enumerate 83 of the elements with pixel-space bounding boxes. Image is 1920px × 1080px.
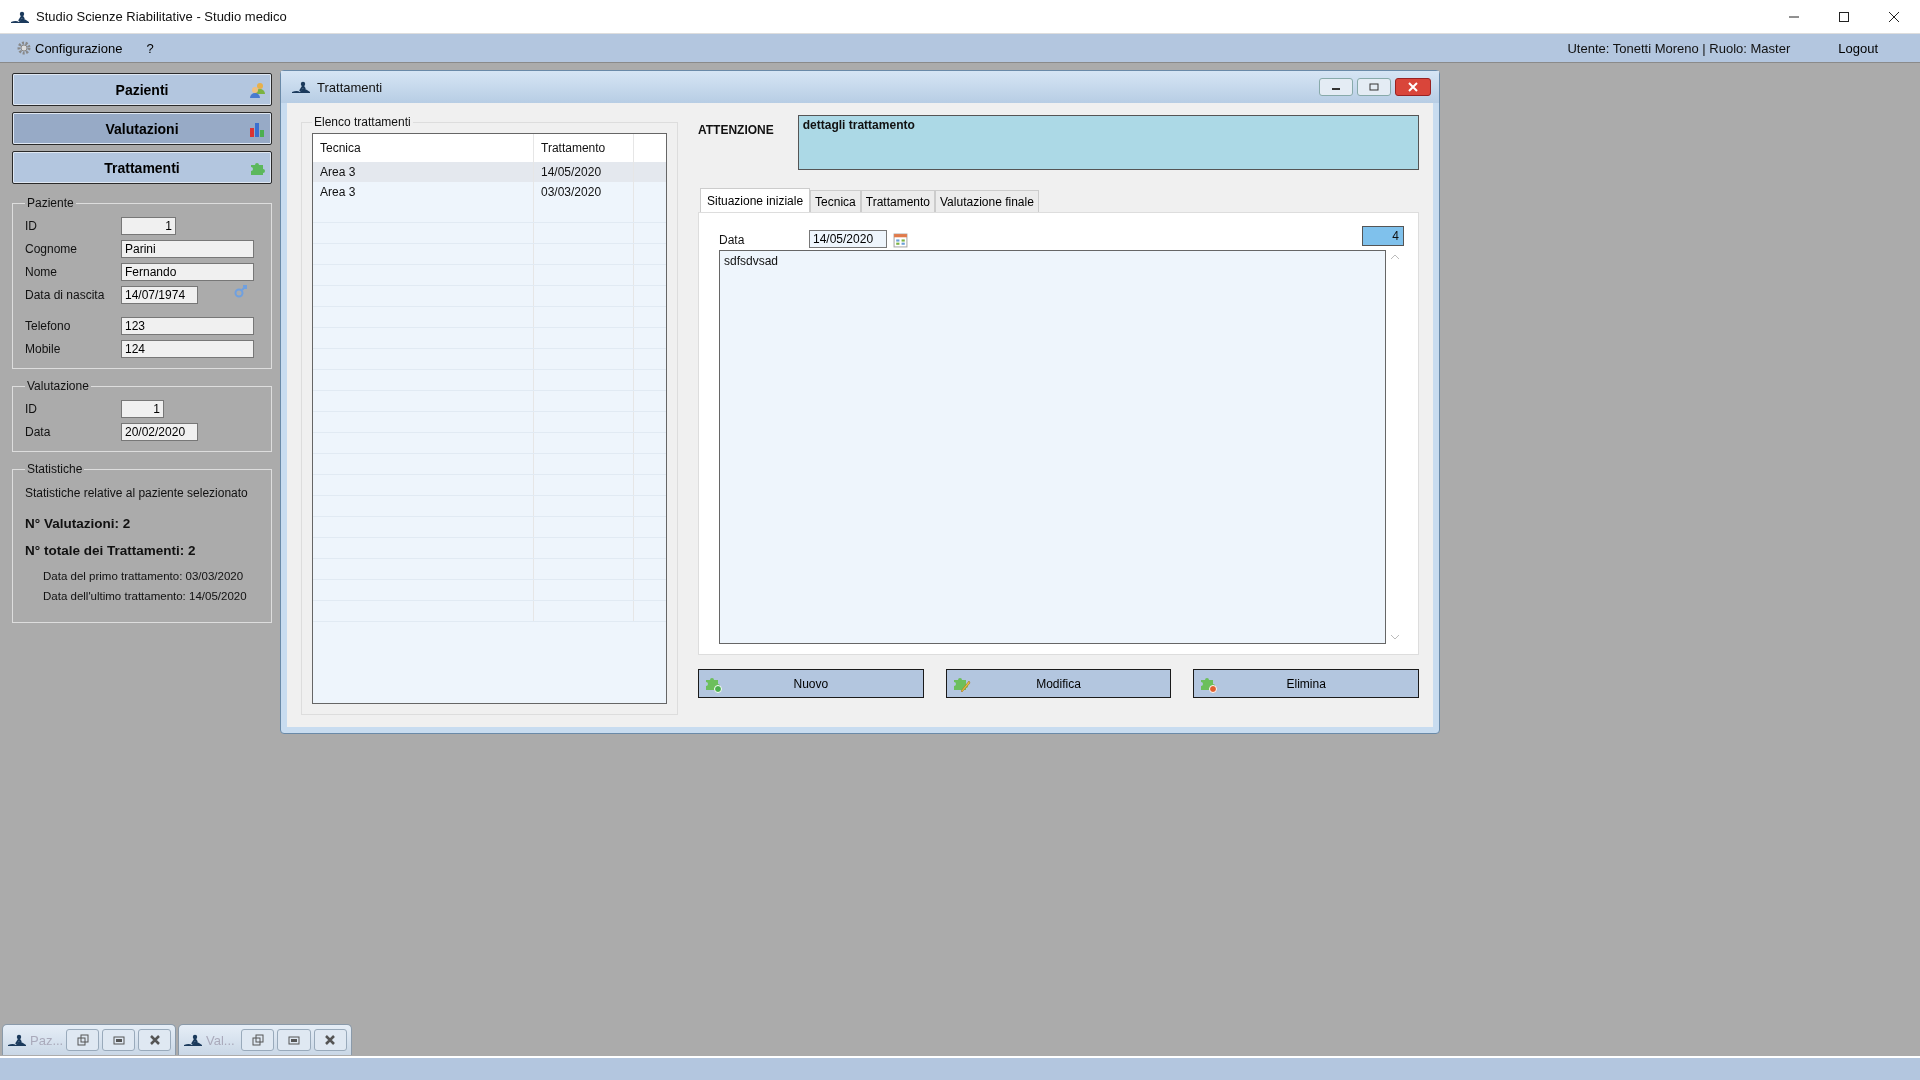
close-button[interactable] bbox=[1395, 78, 1431, 96]
group-title: Paziente bbox=[26, 196, 75, 210]
settings-icon bbox=[16, 40, 32, 56]
table-row[interactable]: Area 3 14/05/2020 bbox=[313, 162, 666, 182]
action-button[interactable]: Nuovo bbox=[698, 669, 924, 698]
text-field[interactable]: Fernando bbox=[121, 262, 254, 281]
tab[interactable]: Situazione iniziale bbox=[700, 188, 811, 212]
minimized-title: Val... bbox=[206, 1032, 236, 1048]
maximize-button[interactable] bbox=[102, 1029, 135, 1051]
date-label: Data bbox=[719, 233, 746, 247]
close-icon bbox=[1407, 82, 1419, 92]
user-info: Utente: Tonetti Moreno | Ruolo: Master bbox=[1567, 40, 1791, 56]
close-button[interactable] bbox=[138, 1029, 171, 1051]
minimize-button[interactable] bbox=[1319, 78, 1353, 96]
attention-label: ATTENZIONE bbox=[698, 123, 774, 137]
window-title: Studio Scienze Riabilitative - Studio medico bbox=[36, 9, 287, 24]
table-row[interactable]: Area 3 03/03/2020 bbox=[313, 182, 666, 202]
restore-icon bbox=[251, 1034, 264, 1046]
restore-button[interactable] bbox=[241, 1029, 275, 1051]
date-field[interactable]: 14/05/2020 bbox=[809, 230, 887, 248]
tab[interactable]: Valutazione finale bbox=[935, 190, 1039, 212]
app-logo-icon bbox=[10, 9, 30, 24]
date-field[interactable]: 14/07/1974 bbox=[121, 285, 198, 304]
bar-chart-icon bbox=[249, 121, 265, 137]
table-cell: 14/05/2020 bbox=[534, 162, 634, 182]
table-cell: 03/03/2020 bbox=[534, 182, 634, 202]
attention-box: dettagli trattamento bbox=[797, 115, 1419, 170]
field-label: Mobile bbox=[25, 341, 62, 356]
evaluations-count: N° Valutazioni: 2 bbox=[25, 516, 132, 531]
tab[interactable]: Tecnica bbox=[810, 190, 861, 212]
restore-icon bbox=[1368, 83, 1380, 91]
close-icon bbox=[148, 1034, 161, 1046]
table-cell: Area 3 bbox=[313, 182, 534, 202]
restore-button[interactable] bbox=[66, 1029, 99, 1051]
tab[interactable]: Trattamento bbox=[860, 190, 935, 212]
restore-icon bbox=[76, 1034, 89, 1046]
group-title: Elenco trattamenti bbox=[313, 115, 412, 129]
id-field[interactable]: 1 bbox=[121, 399, 164, 418]
calendar-icon[interactable] bbox=[893, 232, 908, 248]
text-field[interactable]: 123 bbox=[121, 316, 254, 335]
field-label: Telefono bbox=[25, 318, 72, 333]
logout-button[interactable]: Logout bbox=[1834, 38, 1882, 58]
counter-field: 4 bbox=[1362, 226, 1404, 246]
maximize-button[interactable] bbox=[277, 1029, 311, 1051]
nav-button[interactable]: Trattamenti bbox=[12, 151, 272, 184]
close-icon bbox=[324, 1034, 337, 1046]
field-label: Cognome bbox=[25, 241, 79, 256]
first-treatment-date: Data del primo trattamento: 03/03/2020 bbox=[43, 570, 245, 582]
close-button[interactable] bbox=[313, 1029, 347, 1051]
maximize-icon bbox=[288, 1034, 301, 1046]
group-title: Statistiche bbox=[26, 462, 84, 476]
app-logo-icon bbox=[291, 80, 311, 94]
field-label: ID bbox=[25, 401, 38, 416]
stats-description: Statistiche relative al paziente selezionato bbox=[25, 486, 249, 500]
field-label: ID bbox=[25, 218, 38, 233]
puzzle-icon bbox=[249, 160, 265, 176]
notes-area[interactable]: sdfsdvsad bbox=[719, 250, 1386, 644]
minimized-title: Paz... bbox=[30, 1032, 63, 1048]
close-icon[interactable] bbox=[1888, 10, 1900, 23]
date-field[interactable]: 20/02/2020 bbox=[121, 422, 198, 441]
app-logo-icon bbox=[183, 1033, 203, 1047]
action-button[interactable]: Modifica bbox=[945, 669, 1172, 698]
configuration-menu[interactable]: Configurazione bbox=[12, 38, 127, 58]
treatments-count: N° totale dei Trattamenti: 2 bbox=[25, 543, 197, 558]
app-logo-icon bbox=[7, 1033, 27, 1047]
maximize-icon[interactable] bbox=[1838, 10, 1850, 23]
id-field[interactable]: 1 bbox=[121, 216, 176, 235]
window-title: Trattamenti bbox=[317, 79, 383, 95]
field-label: Nome bbox=[25, 264, 58, 279]
nav-button[interactable]: Valutazioni bbox=[12, 112, 272, 145]
text-field[interactable]: Parini bbox=[121, 239, 254, 258]
maximize-icon bbox=[112, 1034, 125, 1046]
text-field[interactable]: 124 bbox=[121, 339, 254, 358]
table-cell: Area 3 bbox=[313, 162, 534, 182]
field-label: Data di nascita bbox=[25, 287, 106, 302]
action-button[interactable]: Elimina bbox=[1193, 669, 1419, 698]
help-menu[interactable]: ? bbox=[142, 38, 158, 58]
field-label: Data bbox=[25, 424, 52, 439]
nav-button[interactable]: Pazienti bbox=[12, 73, 272, 106]
group-title: Valutazione bbox=[26, 379, 90, 393]
people-icon bbox=[249, 82, 265, 98]
last-treatment-date: Data dell'ultimo trattamento: 14/05/2020 bbox=[43, 590, 248, 602]
male-symbol-icon bbox=[234, 283, 248, 298]
